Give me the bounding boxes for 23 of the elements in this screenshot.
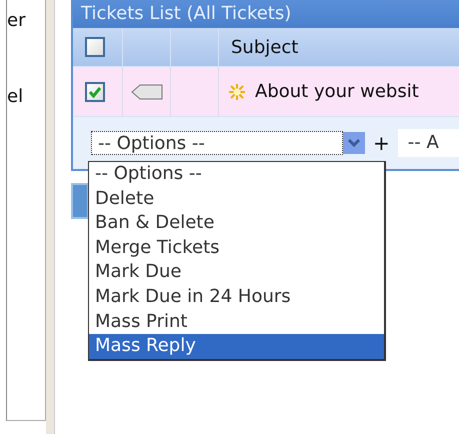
option-item[interactable]: -- Options --: [89, 162, 384, 187]
plus-sign: +: [373, 131, 390, 155]
action-button[interactable]: [71, 183, 89, 219]
checkbox[interactable]: [85, 37, 105, 57]
sun-icon: [229, 84, 245, 100]
option-item[interactable]: Mass Reply: [89, 334, 384, 359]
option-item[interactable]: Mass Print: [89, 310, 384, 334]
checkbox[interactable]: [85, 82, 105, 102]
sidebar-item[interactable]: el: [7, 86, 45, 108]
option-item[interactable]: Mark Due in 24 Hours: [89, 284, 384, 310]
second-select[interactable]: -- A: [398, 129, 459, 157]
panel-title: Tickets List (All Tickets): [73, 0, 459, 28]
checkmark-icon: [88, 86, 102, 98]
tag-icon: [131, 84, 163, 100]
dropdown-arrow-icon[interactable]: [343, 132, 365, 154]
column-header[interactable]: Subject: [219, 36, 298, 58]
option-item[interactable]: Ban & Delete: [89, 211, 384, 236]
sidebar-item[interactable]: er: [7, 10, 45, 32]
option-item[interactable]: Merge Tickets: [89, 236, 384, 260]
option-item[interactable]: Delete: [89, 186, 384, 212]
options-select[interactable]: -- Options --: [91, 131, 343, 155]
ticket-subject[interactable]: About your websit: [245, 81, 419, 102]
option-item[interactable]: Mark Due: [89, 260, 384, 285]
